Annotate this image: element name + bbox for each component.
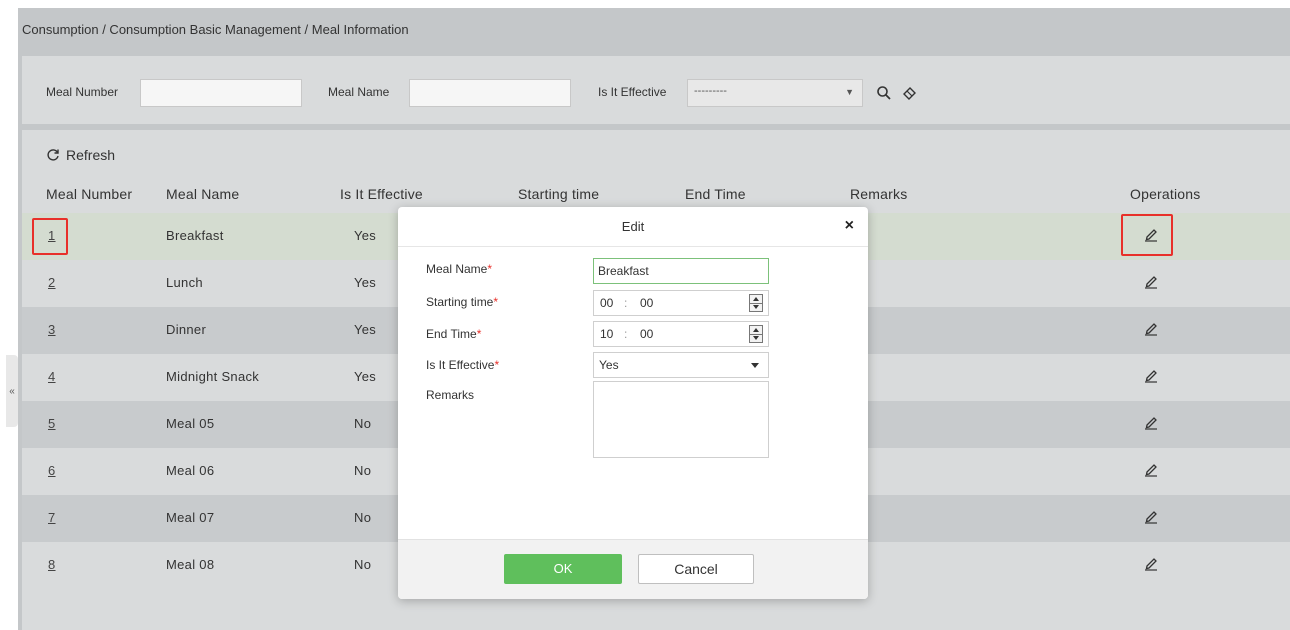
pencil-icon[interactable] xyxy=(1143,273,1159,289)
refresh-button[interactable]: Refresh xyxy=(46,147,115,163)
required-mark: * xyxy=(493,295,499,309)
meal-name-cell: Meal 07 xyxy=(166,510,215,525)
effective-cell: Yes xyxy=(354,322,377,337)
ok-button[interactable]: OK xyxy=(504,554,622,584)
spinner-up-icon[interactable] xyxy=(753,297,759,301)
edit-dialog: Edit × Meal Name* Breakfast Starting tim… xyxy=(398,207,868,599)
effective-cell: No xyxy=(354,557,372,572)
column-header-starting-time[interactable]: Starting time xyxy=(518,186,599,202)
cancel-button[interactable]: Cancel xyxy=(638,554,754,584)
meal-name-filter-label: Meal Name xyxy=(328,85,390,99)
meal-name-filter-input[interactable] xyxy=(409,79,571,107)
pencil-icon[interactable] xyxy=(1143,320,1159,336)
meal-number-link[interactable]: 2 xyxy=(48,275,56,290)
search-icon xyxy=(877,86,891,100)
dialog-footer: OK Cancel xyxy=(398,539,868,599)
meal-name-cell: Dinner xyxy=(166,322,207,337)
double-chevron-left-icon: « xyxy=(9,385,15,397)
meal-number-filter-input[interactable] xyxy=(140,79,302,107)
meal-name-cell: Meal 06 xyxy=(166,463,215,478)
meal-number-link[interactable]: 8 xyxy=(48,557,56,572)
refresh-label: Refresh xyxy=(66,147,116,163)
remarks-textarea[interactable] xyxy=(593,381,769,458)
effective-cell: Yes xyxy=(354,228,377,243)
column-header-operations: Operations xyxy=(1130,186,1201,202)
column-header-end-time[interactable]: End Time xyxy=(685,186,746,202)
meal-name-cell: Meal 05 xyxy=(166,416,215,431)
sidebar-collapse-toggle[interactable]: « xyxy=(6,355,18,427)
clear-button[interactable] xyxy=(896,79,924,107)
required-mark: * xyxy=(487,262,493,276)
end-time-field-label: End Time* xyxy=(426,327,482,341)
pencil-icon[interactable] xyxy=(1143,414,1159,430)
required-mark: * xyxy=(494,358,500,372)
effective-cell: No xyxy=(354,416,372,431)
required-mark: * xyxy=(476,327,482,341)
dialog-title: Edit xyxy=(621,219,645,234)
meal-name-cell: Lunch xyxy=(166,275,203,290)
spinner-down-icon[interactable] xyxy=(753,336,759,340)
effective-filter-select[interactable]: --------- ▼ xyxy=(687,79,863,107)
starting-time-field-label: Starting time* xyxy=(426,295,499,309)
time-separator: : xyxy=(624,327,628,341)
column-header-remarks[interactable]: Remarks xyxy=(850,186,907,202)
end-hour-value[interactable]: 10 xyxy=(600,327,613,341)
meal-name-cell: Midnight Snack xyxy=(166,369,260,384)
spinner-up-icon[interactable] xyxy=(753,328,759,332)
effective-cell: No xyxy=(354,463,372,478)
close-icon[interactable]: × xyxy=(845,217,854,235)
refresh-icon xyxy=(47,149,59,161)
pencil-icon[interactable] xyxy=(1143,367,1159,383)
column-header-meal-number[interactable]: Meal Number xyxy=(46,186,132,202)
eraser-icon xyxy=(903,87,916,100)
column-header-effective[interactable]: Is It Effective xyxy=(340,186,423,202)
chevron-down-icon xyxy=(751,363,759,368)
time-spinner[interactable] xyxy=(749,294,763,312)
meal-name-field[interactable]: Breakfast xyxy=(593,258,769,284)
meal-number-filter-label: Meal Number xyxy=(46,85,119,99)
start-hour-value[interactable]: 00 xyxy=(600,296,613,310)
effective-cell: Yes xyxy=(354,369,377,384)
meal-name-cell: Meal 08 xyxy=(166,557,215,572)
time-separator: : xyxy=(624,296,628,310)
starting-time-field[interactable]: 00 : 00 xyxy=(593,290,769,316)
meal-number-link[interactable]: 5 xyxy=(48,416,56,431)
pencil-icon[interactable] xyxy=(1143,508,1159,524)
meal-number-link[interactable]: 6 xyxy=(48,463,56,478)
dialog-header: Edit × xyxy=(398,207,868,247)
chevron-down-icon: ▼ xyxy=(845,87,854,97)
time-spinner[interactable] xyxy=(749,325,763,343)
end-time-field[interactable]: 10 : 00 xyxy=(593,321,769,347)
meal-number-link[interactable]: 3 xyxy=(48,322,56,337)
meal-number-link[interactable]: 4 xyxy=(48,369,56,384)
meal-name-cell: Breakfast xyxy=(166,228,224,243)
page: « Consumption / Consumption Basic Manage… xyxy=(0,0,1290,630)
breadcrumb: Consumption / Consumption Basic Manageme… xyxy=(22,22,409,37)
effective-cell: No xyxy=(354,510,372,525)
remarks-field-label: Remarks xyxy=(426,388,475,402)
end-minute-value[interactable]: 00 xyxy=(640,327,653,341)
effective-filter-label: Is It Effective xyxy=(598,85,667,99)
pencil-icon[interactable] xyxy=(1143,555,1159,571)
search-button[interactable] xyxy=(870,79,898,107)
column-header-meal-name[interactable]: Meal Name xyxy=(166,186,239,202)
effective-field-label: Is It Effective* xyxy=(426,358,500,372)
effective-select[interactable]: Yes xyxy=(593,352,769,378)
highlight-box-meal-number xyxy=(32,218,68,255)
meal-number-link[interactable]: 7 xyxy=(48,510,56,525)
pencil-icon[interactable] xyxy=(1143,461,1159,477)
meal-name-field-label: Meal Name* xyxy=(426,262,493,276)
filter-bar: Meal Number Meal Name Is It Effective --… xyxy=(22,56,1290,124)
spinner-down-icon[interactable] xyxy=(753,305,759,309)
highlight-box-edit-button xyxy=(1121,214,1173,256)
effective-cell: Yes xyxy=(354,275,377,290)
start-minute-value[interactable]: 00 xyxy=(640,296,653,310)
